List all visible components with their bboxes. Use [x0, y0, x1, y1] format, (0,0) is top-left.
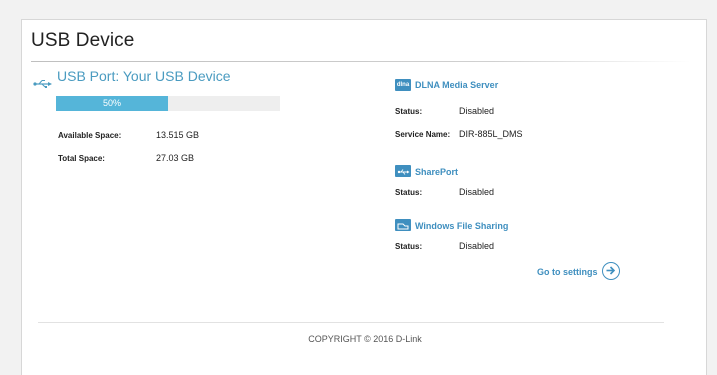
- arrow-right-icon[interactable]: [602, 262, 620, 280]
- total-space-label: Total Space:: [58, 154, 105, 163]
- title-divider: [31, 61, 691, 62]
- dlna-title: DLNA Media Server: [415, 80, 499, 90]
- windows-share-icon: [395, 219, 411, 231]
- total-space-value: 27.03 GB: [156, 153, 195, 163]
- shareport-title: SharePort: [415, 167, 459, 177]
- page-title: USB Device: [31, 30, 135, 51]
- windows-share-title: Windows File Sharing: [415, 221, 509, 231]
- shareport-status-label: Status:: [395, 188, 423, 197]
- available-space-label: Available Space:: [58, 131, 122, 140]
- shareport-icon: [395, 165, 411, 177]
- usb-icon: [33, 80, 52, 88]
- usage-progress-bar: 50%: [56, 96, 280, 111]
- dlna-status-value: Disabled: [459, 106, 495, 116]
- windows-share-status-value: Disabled: [459, 241, 495, 251]
- usb-port-heading: USB Port: Your USB Device: [57, 68, 231, 84]
- dlna-status-label: Status:: [395, 107, 423, 116]
- service-name-label: Service Name:: [395, 130, 451, 139]
- usage-progress-label: 50%: [102, 98, 121, 108]
- available-space-value: 13.515 GB: [156, 130, 200, 140]
- usb-device-panel: USB Device USB Port: Your USB Device 50%…: [21, 19, 707, 375]
- windows-share-status-label: Status:: [395, 242, 423, 251]
- footer-divider: [38, 322, 664, 323]
- dlna-icon: dlna: [395, 79, 411, 91]
- go-to-settings-link[interactable]: Go to settings: [537, 267, 598, 277]
- shareport-status-value: Disabled: [459, 187, 495, 197]
- service-name-value: DIR-885L_DMS: [459, 129, 523, 139]
- copyright-text: COPYRIGHT © 2016 D-Link: [308, 334, 422, 344]
